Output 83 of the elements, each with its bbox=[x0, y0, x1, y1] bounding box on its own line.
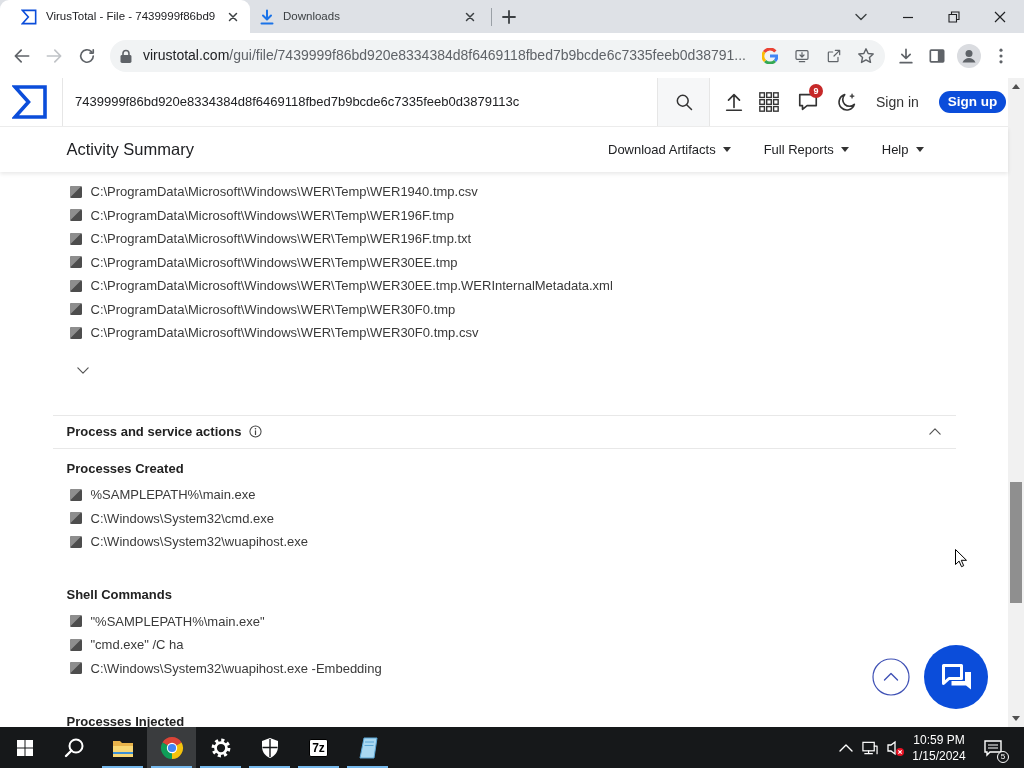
shaded-square-icon bbox=[69, 535, 82, 548]
entry-text: "cmd.exe" /C ha bbox=[90, 636, 184, 654]
chat-bubbles-icon[interactable] bbox=[924, 645, 988, 709]
windows-logo-icon bbox=[16, 739, 33, 756]
entry-text: C:\Windows\System32\wuapihost.exe -Embedding bbox=[90, 659, 382, 678]
search-button[interactable] bbox=[657, 78, 710, 126]
shaded-square-icon bbox=[69, 209, 82, 222]
shaded-square-icon bbox=[69, 662, 82, 675]
group-heading: Processes Created bbox=[66, 459, 184, 478]
shaded-square-icon bbox=[69, 232, 82, 245]
notification-count-badge: 9 bbox=[809, 84, 823, 98]
group-heading: Shell Commands bbox=[66, 586, 172, 604]
file-path-text: C:\ProgramData\Microsoft\Windows\WER\Temp\WER196F.tmp.txt bbox=[90, 230, 472, 248]
url-text: virustotal.com/gui/file/7439999f86bd920e8334384d8f6469118fbed7b9bcde6c7335feeb0d38791... bbox=[142, 46, 746, 65]
file-path-text: C:\ProgramData\Microsoft\Windows\WER\Temp\WER30EE.tmp bbox=[90, 253, 458, 272]
profile-avatar-icon[interactable] bbox=[957, 43, 981, 68]
shield-icon bbox=[259, 736, 280, 759]
message-bubble-icon[interactable] bbox=[983, 737, 1003, 758]
upload-icon[interactable] bbox=[723, 91, 745, 113]
mouse-pointer-icon bbox=[955, 549, 967, 568]
app-logo-text: 7z bbox=[309, 738, 328, 757]
file-path-text: C:\ProgramData\Microsoft\Windows\WER\Temp\WER1940.tmp.csv bbox=[90, 183, 478, 201]
sign-up-button[interactable]: Sign up bbox=[938, 91, 1007, 113]
shaded-square-icon bbox=[69, 488, 82, 501]
monitor-icon[interactable] bbox=[862, 739, 878, 756]
dropdown-menu-button[interactable]: Download Artifacts bbox=[608, 139, 731, 160]
shaded-square-icon bbox=[69, 256, 82, 269]
notification-count: 5 bbox=[997, 750, 1009, 763]
section-title: Process and service actions bbox=[66, 422, 242, 441]
grid-icon[interactable] bbox=[758, 91, 780, 113]
taskbar-app-button[interactable]: 7z bbox=[294, 727, 343, 768]
sigma-logo-icon[interactable] bbox=[12, 84, 48, 120]
scrollbar-thumb[interactable] bbox=[1010, 482, 1022, 603]
window-close-icon[interactable] bbox=[994, 10, 1006, 23]
entry-text: C:\Windows\System32\cmd.exe bbox=[90, 509, 274, 528]
chevron-up-circle-icon[interactable] bbox=[872, 658, 910, 696]
caret-down-icon bbox=[840, 147, 849, 152]
file-path-text: C:\ProgramData\Microsoft\Windows\WER\Temp\WER30F0.tmp bbox=[90, 300, 456, 319]
entry-text: "%SAMPLEPATH%\main.exe" bbox=[90, 612, 265, 631]
file-path-text: C:\ProgramData\Microsoft\Windows\WER\Temp\WER30EE.tmp.WERInternalMetadata.xml bbox=[90, 277, 613, 295]
shaded-square-icon bbox=[69, 512, 82, 525]
shaded-square-icon bbox=[69, 185, 82, 198]
muted-speaker-icon[interactable] bbox=[886, 738, 904, 757]
clock-time[interactable]: 10:59 PM bbox=[913, 731, 965, 748]
browser-icon bbox=[159, 735, 184, 760]
chevron-up-icon[interactable] bbox=[928, 428, 941, 435]
sigma-logo-icon bbox=[21, 8, 37, 25]
gear-icon bbox=[209, 736, 232, 759]
file-path-text: C:\ProgramData\Microsoft\Windows\WER\Temp\WER30F0.tmp.csv bbox=[90, 324, 479, 342]
letter-g-icon[interactable] bbox=[762, 47, 778, 64]
install-app-icon[interactable] bbox=[794, 47, 810, 64]
search-icon bbox=[62, 736, 85, 759]
scroll-up-arrow-icon[interactable] bbox=[1012, 84, 1020, 89]
shaded-square-icon bbox=[69, 326, 82, 339]
taskbar-app-button[interactable] bbox=[147, 727, 196, 768]
shaded-square-icon bbox=[69, 638, 82, 651]
clock-date[interactable]: 1/15/2024 bbox=[912, 747, 966, 764]
file-path-text: C:\ProgramData\Microsoft\Windows\WER\Temp\WER196F.tmp bbox=[90, 206, 454, 225]
scroll-down-arrow-icon[interactable] bbox=[1012, 716, 1020, 721]
star-icon[interactable] bbox=[858, 47, 874, 64]
note-icon bbox=[357, 736, 378, 759]
plus-icon[interactable] bbox=[502, 9, 516, 24]
entry-text: %SAMPLEPATH%\main.exe bbox=[90, 486, 256, 504]
address-bar[interactable]: virustotal.com/gui/file/7439999f86bd920e8334384d8f6469118fbed7b9bcde6c7335feeb0d38791... bbox=[110, 39, 885, 72]
dropdown-menu-button[interactable]: Help bbox=[881, 139, 924, 160]
share-icon[interactable] bbox=[826, 47, 842, 64]
browser-tab[interactable]: VirusTotal - File - 7439999f86bd9 bbox=[0, 0, 250, 33]
moon-icon[interactable] bbox=[836, 91, 858, 113]
info-icon[interactable] bbox=[249, 425, 263, 438]
lock-icon bbox=[120, 48, 132, 63]
sign-in-link[interactable]: Sign in bbox=[876, 91, 919, 113]
shaded-square-icon bbox=[69, 303, 82, 316]
download-arrow-icon bbox=[260, 8, 274, 25]
browser-tab[interactable]: Downloads bbox=[250, 0, 490, 33]
caret-down-icon bbox=[722, 147, 731, 152]
shaded-square-icon bbox=[69, 615, 82, 628]
entry-text: C:\Windows\System32\wuapihost.exe bbox=[90, 533, 308, 551]
restore-icon[interactable] bbox=[948, 10, 960, 23]
dropdown-menu-button[interactable]: Full Reports bbox=[763, 139, 849, 160]
shaded-square-icon bbox=[69, 279, 82, 292]
section-heading: Activity Summary bbox=[66, 139, 194, 161]
chevron-down-icon[interactable] bbox=[76, 367, 89, 374]
caret-down-icon bbox=[915, 147, 924, 152]
